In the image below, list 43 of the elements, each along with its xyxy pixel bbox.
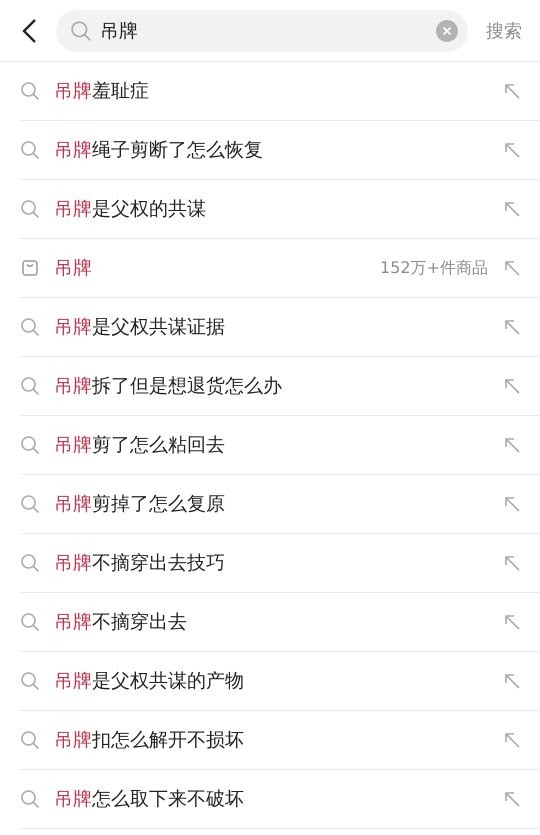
suggestion-item[interactable]: 吊牌不摘穿出去技巧 [20,534,540,593]
suggestion-item[interactable]: 吊牌剪了怎么粘回去 [20,416,540,475]
suggestion-item[interactable]: 吊牌怎么取下来不破坏 [20,770,540,829]
suggestion-text: 吊牌是父权共谋的产物 [54,669,245,694]
search-icon [70,20,92,42]
suggestion-item[interactable]: 吊牌剪掉了怎么复原 [20,475,540,534]
suggestion-item[interactable]: 吊牌绳子剪断了怎么恢复 [20,121,540,180]
suggestion-text: 吊牌是父权的共谋 [54,197,207,222]
suggestion-item[interactable]: 吊牌是父权共谋证据 [20,298,540,357]
search-icon [20,612,40,632]
search-icon [20,553,40,573]
suggestion-text: 吊牌剪掉了怎么复原 [54,492,226,517]
suggestion-text: 吊牌拆了但是想退货怎么办 [54,374,283,399]
search-icon [20,671,40,691]
shopping-bag-icon [20,258,40,278]
search-field[interactable]: 吊牌 [56,10,468,52]
suggestion-item[interactable]: 吊牌 152万+件商品 [20,239,540,298]
search-icon [20,199,40,219]
suggestion-item[interactable]: 吊牌不摘穿出去 [20,593,540,652]
suggestion-item[interactable]: 吊牌羞耻症 [20,62,540,121]
suggestion-text: 吊牌怎么取下来不破坏 [54,787,245,812]
suggestion-text: 吊牌不摘穿出去 [54,610,188,635]
suggestion-text: 吊牌扣怎么解开不损坏 [54,728,245,753]
suggestion-text: 吊牌绳子剪断了怎么恢复 [54,138,264,163]
suggestion-item[interactable]: 吊牌是父权的共谋 [20,180,540,239]
suggestion-item[interactable]: 吊牌是父权共谋的产物 [20,652,540,711]
search-icon [20,730,40,750]
suggestion-text: 吊牌羞耻症 [54,79,150,104]
suggestion-item[interactable]: 吊牌扣怎么解开不损坏 [20,711,540,770]
search-icon [20,494,40,514]
suggestion-item[interactable]: 吊牌拆了但是想退货怎么办 [20,357,540,416]
search-icon [20,435,40,455]
suggestion-text: 吊牌不摘穿出去技巧 [54,551,226,576]
clear-icon[interactable] [436,20,458,42]
search-icon [20,789,40,809]
search-icon [20,317,40,337]
product-count: 152万+件商品 [380,258,488,278]
search-icon [20,81,40,101]
search-icon [20,140,40,160]
suggestion-text: 吊牌是父权共谋证据 [54,315,226,340]
suggestion-text: 吊牌剪了怎么粘回去 [54,433,226,458]
suggestion-text: 吊牌 [54,256,93,281]
search-icon [20,376,40,396]
